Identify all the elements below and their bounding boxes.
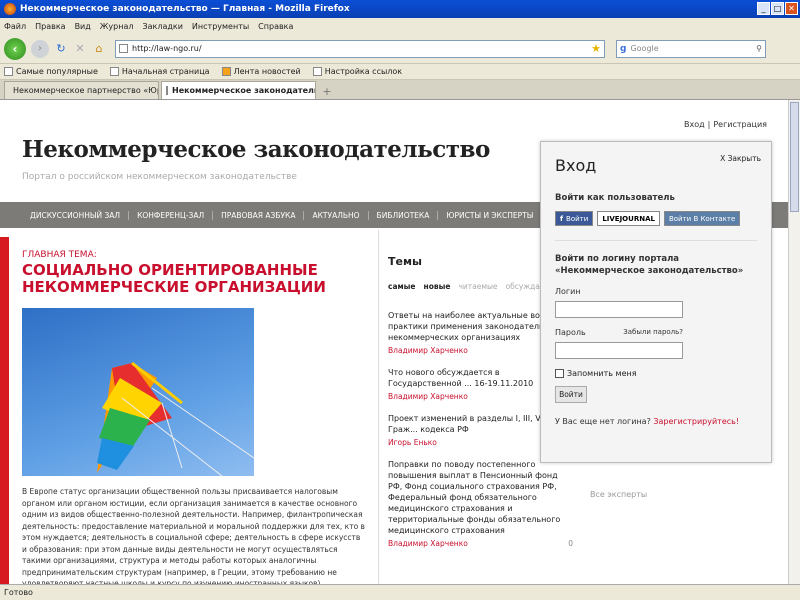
topics-title: Темы — [388, 255, 422, 268]
minimize-button[interactable]: _ — [757, 2, 770, 15]
menu-help[interactable]: Справка — [258, 22, 293, 31]
search-box[interactable]: g Google ⚲ — [616, 39, 766, 58]
new-tab-button[interactable]: + — [318, 83, 336, 99]
password-label-row: Пароль Забыли пароль? — [555, 328, 683, 337]
menu-bookmarks[interactable]: Закладки — [142, 22, 182, 31]
reload-icon[interactable]: ↻ — [54, 42, 68, 56]
tab-legislation[interactable]: Некоммерческое законодательс... ✕ — [161, 81, 316, 99]
window-titlebar: Некоммерческое законодательство — Главна… — [0, 0, 800, 18]
all-experts-link[interactable]: Все эксперты — [590, 490, 647, 499]
bookmark-start-page[interactable]: Начальная страница — [109, 67, 210, 76]
bookmark-settings[interactable]: Настройка ссылок — [312, 67, 402, 76]
login-panel: Вход Х Закрыть Войти как пользователь fВ… — [540, 141, 772, 463]
kite-image — [22, 308, 255, 477]
page-icon — [119, 44, 128, 53]
nav-lawyers[interactable]: ЮРИСТЫ И ЭКСПЕРТЫ — [438, 211, 541, 220]
tab-label: Некоммерческое законодательс... — [172, 86, 315, 95]
search-placeholder: Google — [630, 44, 659, 53]
main-topic-tag: ГЛАВНАЯ ТЕМА: — [22, 250, 97, 260]
facebook-login-button[interactable]: f Войти — [555, 211, 594, 226]
kite-illustration — [97, 361, 255, 477]
social-login-buttons: f Войти LIVEJOURNAL Войти В Контакте — [555, 211, 757, 226]
menu-view[interactable]: Вид — [75, 22, 91, 31]
bookmarks-toolbar: Самые популярные Начальная страница Лент… — [0, 64, 800, 80]
filter-read[interactable]: читаемые — [458, 282, 497, 291]
nav-conference-hall[interactable]: КОНФЕРЕНЦ-ЗАЛ — [129, 210, 214, 220]
vertical-scrollbar[interactable] — [788, 100, 800, 584]
no-login-text: У Вас еще нет логина? — [555, 417, 651, 426]
window-title: Некоммерческое законодательство — Главна… — [20, 4, 350, 14]
navigation-toolbar: ‹ › ↻ ✕ ⌂ http://law-ngo.ru/ ★ g Google … — [0, 34, 800, 64]
login-input[interactable] — [555, 301, 683, 318]
livejournal-login-button[interactable]: LIVEJOURNAL — [597, 211, 660, 226]
register-prompt: У Вас еще нет логина? Зарегистрируйтесь! — [555, 417, 757, 426]
google-icon[interactable]: g — [620, 44, 626, 54]
status-bar: Готово — [0, 584, 800, 600]
tab-partnership[interactable]: Некоммерческое партнерство «Юрис... — [4, 81, 159, 99]
stop-icon[interactable]: ✕ — [73, 42, 87, 56]
login-by-portal-heading: Войти по логину портала «Некоммерческое … — [555, 254, 744, 276]
remember-checkbox[interactable] — [555, 369, 564, 378]
menu-tools[interactable]: Инструменты — [192, 22, 249, 31]
login-label-row: Логин — [555, 287, 757, 296]
maximize-button[interactable]: □ — [771, 2, 784, 15]
nav-library[interactable]: БИБЛИОТЕКА — [369, 210, 439, 220]
main-headline[interactable]: СОЦИАЛЬНО ОРИЕНТИРОВАННЫЕ НЕКОММЕРЧЕСКИЕ… — [22, 262, 352, 296]
filter-top[interactable]: самые — [388, 282, 416, 291]
forward-button[interactable]: › — [31, 39, 49, 58]
menu-file[interactable]: Файл — [4, 22, 26, 31]
vkontakte-login-button[interactable]: Войти В Контакте — [663, 211, 741, 226]
page-viewport: Вход | Регистрация Некоммерческое законода… — [0, 100, 788, 584]
menu-bar: Файл Правка Вид Журнал Закладки Инструме… — [0, 18, 800, 34]
topics-filters: самые новые читаемые обсуждаемые — [388, 282, 561, 291]
forgot-password-link[interactable]: Забыли пароль? — [623, 328, 683, 337]
tab-favicon — [166, 86, 168, 95]
window-controls: _ □ ✕ — [757, 2, 798, 15]
site-title[interactable]: Некоммерческое законодательство — [22, 136, 490, 163]
home-icon[interactable]: ⌂ — [92, 42, 106, 56]
close-window-button[interactable]: ✕ — [785, 2, 798, 15]
site-subtitle: Портал о российском некоммерческом закон… — [22, 172, 297, 182]
accent-bar — [0, 237, 9, 584]
url-text: http://law-ngo.ru/ — [132, 44, 202, 53]
bookmark-most-visited[interactable]: Самые популярные — [4, 67, 98, 76]
password-label: Пароль — [555, 328, 586, 337]
menu-edit[interactable]: Правка — [35, 22, 65, 31]
search-icon[interactable]: ⚲ — [756, 44, 762, 53]
password-input[interactable] — [555, 342, 683, 359]
comment-count: 0 — [568, 539, 573, 548]
register-link[interactable]: Регистрация — [713, 120, 767, 129]
login-as-user-heading: Войти как пользователь — [555, 193, 675, 203]
nav-legal-abc[interactable]: ПРАВОВАЯ АЗБУКА — [213, 210, 305, 220]
tab-label: Некоммерческое партнерство «Юрис... — [13, 86, 158, 95]
remember-label: Запомнить меня — [567, 369, 637, 378]
facebook-icon: f — [560, 214, 564, 223]
filter-new[interactable]: новые — [424, 282, 451, 291]
register-link-panel[interactable]: Зарегистрируйтесь! — [653, 417, 739, 426]
scrollbar-thumb[interactable] — [790, 102, 799, 212]
back-button[interactable]: ‹ — [4, 37, 26, 60]
topic-title[interactable]: Поправки по поводу постепенного повышени… — [388, 459, 573, 536]
remember-me[interactable]: Запомнить меня — [555, 369, 757, 378]
bookmark-star-icon[interactable]: ★ — [591, 42, 601, 55]
login-label: Логин — [555, 287, 581, 296]
nav-discussion-hall[interactable]: ДИСКУССИОННЫЙ ЗАЛ — [22, 210, 130, 220]
address-bar[interactable]: http://law-ngo.ru/ ★ — [115, 39, 605, 58]
login-link[interactable]: Вход — [684, 120, 705, 129]
firefox-icon — [4, 3, 16, 15]
main-article-text: В Европе статус организации общественной… — [22, 487, 365, 584]
tab-bar: Некоммерческое партнерство «Юрис... Неко… — [0, 80, 800, 100]
topic-author[interactable]: Владимир Харченко — [388, 539, 573, 548]
list-item: Поправки по поводу постепенного повышени… — [388, 459, 573, 548]
login-submit-button[interactable]: Войти — [555, 386, 587, 403]
nav-actual[interactable]: АКТУАЛЬНО — [304, 210, 369, 220]
bookmark-news-feed[interactable]: Лента новостей — [221, 67, 301, 76]
status-text: Готово — [4, 588, 33, 597]
login-divider — [555, 240, 757, 241]
top-links: Вход | Регистрация — [683, 120, 767, 129]
menu-history[interactable]: Журнал — [100, 22, 134, 31]
close-login-button[interactable]: Х Закрыть — [720, 154, 761, 163]
column-divider — [378, 230, 379, 584]
